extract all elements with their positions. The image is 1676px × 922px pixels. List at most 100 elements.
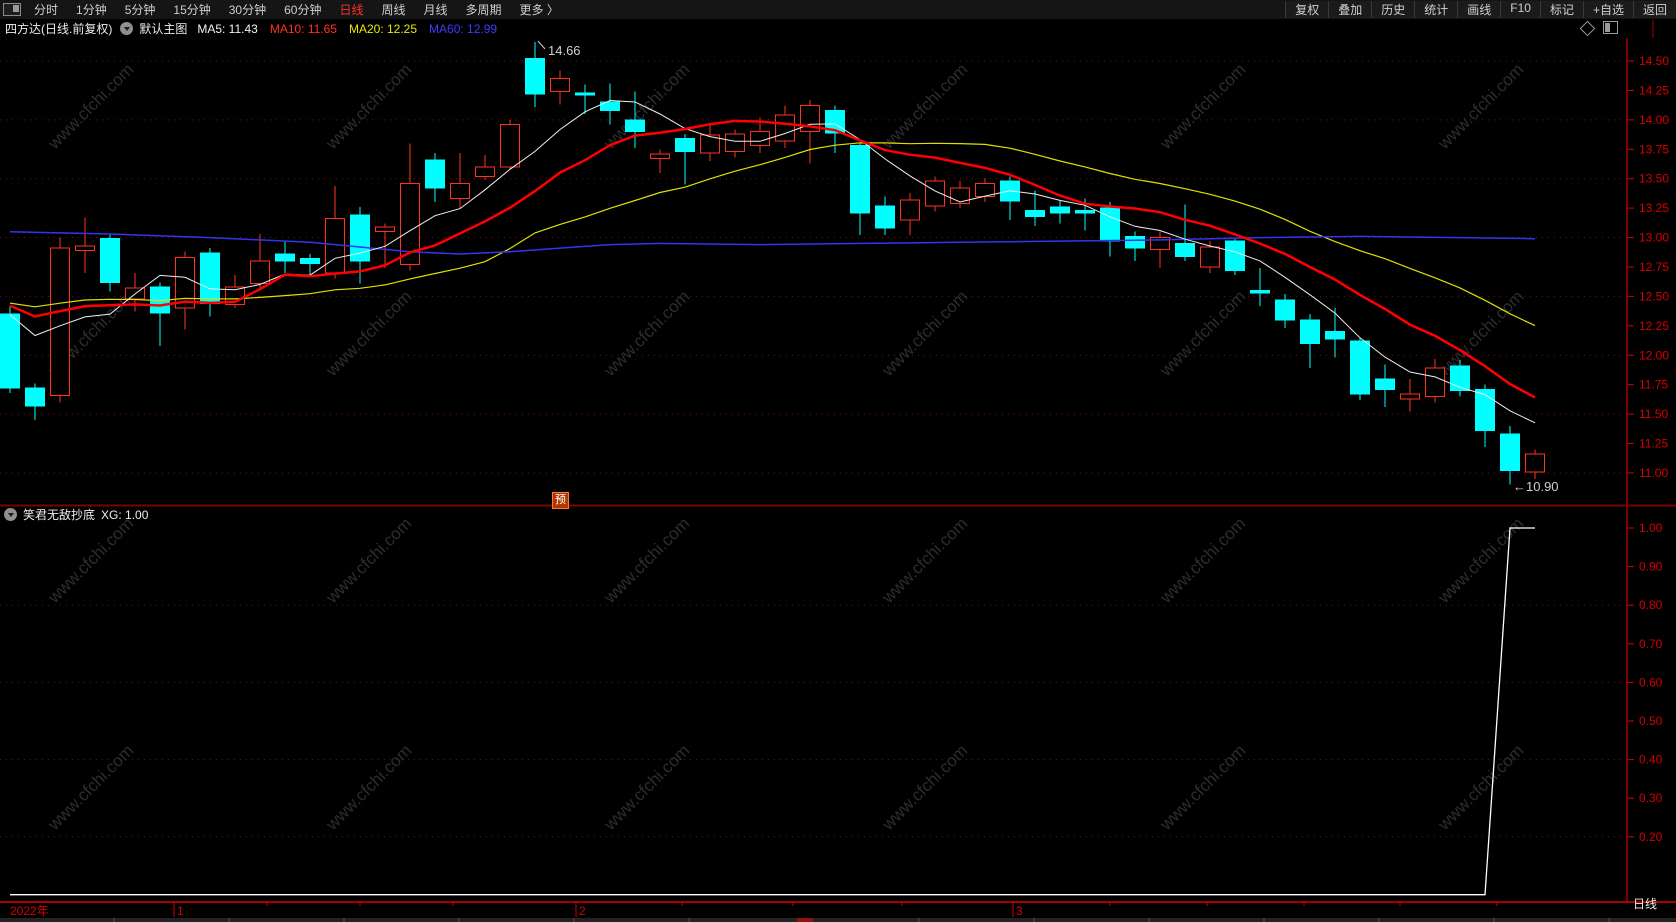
menu-item-5[interactable]: 60分钟 bbox=[275, 3, 330, 17]
svg-text:www.cfchi.com: www.cfchi.com bbox=[1156, 287, 1250, 381]
watermark-layer: www.cfchi.com www.cfchi.com www.cfchi.com w… bbox=[44, 60, 1528, 835]
svg-text:14.50: 14.50 bbox=[1639, 54, 1669, 68]
svg-text:www.cfchi.com: www.cfchi.com bbox=[44, 514, 138, 608]
menu-item-6[interactable]: 日线 bbox=[330, 3, 372, 17]
indicator-value: XG: 1.00 bbox=[101, 507, 149, 522]
svg-text:1.00: 1.00 bbox=[1639, 521, 1663, 535]
menu-item-1[interactable]: 1分钟 bbox=[67, 3, 116, 17]
app-window-icon[interactable] bbox=[3, 3, 21, 16]
menu-item-0[interactable]: 分时 bbox=[25, 3, 67, 17]
taskbar-accent bbox=[797, 918, 813, 922]
split-window-icon[interactable] bbox=[1603, 21, 1618, 34]
axis-layer: 14.50 14.25 14.00 13.75 13.50 13.25 13.00 12.75… bbox=[0, 20, 1676, 903]
svg-text:www.cfchi.com: www.cfchi.com bbox=[1434, 741, 1528, 835]
tool-item-6[interactable]: 标记 bbox=[1539, 1, 1583, 18]
svg-text:www.cfchi.com: www.cfchi.com bbox=[1434, 287, 1528, 381]
svg-text:www.cfchi.com: www.cfchi.com bbox=[1156, 60, 1250, 154]
ma5-line bbox=[9, 99, 1536, 424]
period-label: 日线 bbox=[1633, 897, 1658, 911]
menu-item-4[interactable]: 30分钟 bbox=[220, 3, 275, 17]
indicator-label-row: 笑君无敌抄底 XG: 1.00 bbox=[4, 506, 148, 523]
svg-text:0.50: 0.50 bbox=[1639, 714, 1663, 728]
x-axis-layer: 2022年 1 2 3 bbox=[10, 902, 1498, 918]
low-annotation: ←10.90 bbox=[1513, 479, 1559, 494]
period-menu-bar: 分时 1分钟 5分钟 15分钟 30分钟 60分钟 日线 周线 月线 多周期 更多 〉 复权 叠加 历史… bbox=[0, 0, 1676, 19]
svg-text:www.cfchi.com: www.cfchi.com bbox=[1156, 741, 1250, 835]
taskbar-strip[interactable] bbox=[0, 918, 1676, 922]
candles-group bbox=[0, 42, 1545, 485]
tool-item-5[interactable]: F10 bbox=[1500, 1, 1540, 18]
tool-item-8[interactable]: 返回 bbox=[1632, 1, 1676, 18]
svg-text:11.00: 11.00 bbox=[1639, 466, 1668, 480]
ma20-line bbox=[9, 142, 1536, 327]
svg-text:14.00: 14.00 bbox=[1639, 113, 1669, 127]
svg-text:12.25: 12.25 bbox=[1639, 319, 1669, 333]
menu-item-2[interactable]: 5分钟 bbox=[116, 3, 165, 17]
svg-text:www.cfchi.com: www.cfchi.com bbox=[322, 514, 416, 608]
tool-item-1[interactable]: 叠加 bbox=[1328, 1, 1372, 18]
svg-text:13.75: 13.75 bbox=[1639, 142, 1669, 156]
svg-text:13.25: 13.25 bbox=[1639, 201, 1669, 215]
tool-item-3[interactable]: 统计 bbox=[1414, 1, 1458, 18]
trading-terminal: 分时 1分钟 5分钟 15分钟 30分钟 60分钟 日线 周线 月线 多周期 更多 〉 复权 叠加 历史… bbox=[0, 0, 1676, 922]
tool-item-4[interactable]: 画线 bbox=[1457, 1, 1501, 18]
menu-item-9[interactable]: 多周期 bbox=[457, 3, 511, 17]
tool-menu-items: 复权 叠加 历史 统计 画线 F10 标记 +自选 返回 bbox=[1285, 1, 1676, 18]
ma-legend: MA5: 11.43 MA10: 11.65 MA20: 12.25 MA60: 12… bbox=[197, 22, 509, 36]
svg-text:0.70: 0.70 bbox=[1639, 637, 1663, 651]
svg-text:0.30: 0.30 bbox=[1639, 791, 1663, 805]
svg-text:www.cfchi.com: www.cfchi.com bbox=[322, 60, 416, 154]
signal-badge: 预 bbox=[552, 492, 569, 509]
menu-item-10[interactable]: 更多 〉 bbox=[511, 3, 568, 17]
svg-text:www.cfchi.com: www.cfchi.com bbox=[1434, 60, 1528, 154]
chart-title-bar: 四方达(日线.前复权) 默认主图 MA5: 11.43 MA10: 11.65 MA… bbox=[0, 19, 1676, 38]
period-menu-items: 分时 1分钟 5分钟 15分钟 30分钟 60分钟 日线 周线 月线 多周期 更多 〉 bbox=[25, 1, 568, 18]
menu-item-3[interactable]: 15分钟 bbox=[164, 3, 219, 17]
grid-layer bbox=[0, 60, 1627, 838]
svg-text:www.cfchi.com: www.cfchi.com bbox=[878, 60, 972, 154]
ma60-line bbox=[9, 230, 1536, 255]
indicator-name: 笑君无敌抄底 bbox=[23, 508, 96, 522]
chevron-down-glyph bbox=[7, 513, 14, 517]
ma-legend-3: MA60: 12.99 bbox=[429, 21, 498, 36]
svg-text:12.00: 12.00 bbox=[1639, 348, 1669, 362]
tool-item-2[interactable]: 历史 bbox=[1371, 1, 1415, 18]
svg-text:www.cfchi.com: www.cfchi.com bbox=[322, 287, 416, 381]
svg-text:www.cfchi.com: www.cfchi.com bbox=[44, 741, 138, 835]
svg-text:14.25: 14.25 bbox=[1639, 83, 1669, 97]
svg-text:0.40: 0.40 bbox=[1639, 753, 1663, 767]
ma-lines-group bbox=[9, 99, 1536, 424]
candlestick-chart-canvas[interactable]: www.cfchi.com www.cfchi.com www.cfchi.com w… bbox=[0, 0, 1676, 922]
svg-text:www.cfchi.com: www.cfchi.com bbox=[600, 287, 694, 381]
svg-text:www.cfchi.com: www.cfchi.com bbox=[878, 287, 972, 381]
ma10-line bbox=[9, 119, 1536, 399]
menu-item-8[interactable]: 月线 bbox=[415, 3, 457, 17]
stock-title: 四方达(日线.前复权) bbox=[5, 22, 113, 36]
svg-text:www.cfchi.com: www.cfchi.com bbox=[600, 514, 694, 608]
svg-text:0.80: 0.80 bbox=[1639, 598, 1663, 612]
svg-text:0.60: 0.60 bbox=[1639, 675, 1663, 689]
diamond-icon[interactable] bbox=[1579, 20, 1596, 37]
chevron-down-glyph bbox=[123, 27, 130, 31]
svg-text:www.cfchi.com: www.cfchi.com bbox=[1156, 514, 1250, 608]
svg-text:0.90: 0.90 bbox=[1639, 560, 1663, 574]
menu-item-7[interactable]: 周线 bbox=[372, 3, 414, 17]
svg-text:11.75: 11.75 bbox=[1639, 378, 1668, 392]
svg-text:3: 3 bbox=[1016, 904, 1023, 918]
svg-text:12.50: 12.50 bbox=[1639, 289, 1669, 303]
tool-item-7[interactable]: +自选 bbox=[1582, 1, 1633, 18]
svg-text:13.00: 13.00 bbox=[1639, 231, 1669, 245]
svg-text:www.cfchi.com: www.cfchi.com bbox=[878, 741, 972, 835]
annotations-group: 14.66 ←10.90 bbox=[537, 40, 1559, 494]
svg-text:11.50: 11.50 bbox=[1639, 407, 1668, 421]
svg-text:www.cfchi.com: www.cfchi.com bbox=[44, 60, 138, 154]
svg-text:13.50: 13.50 bbox=[1639, 172, 1669, 186]
tool-item-0[interactable]: 复权 bbox=[1285, 1, 1329, 18]
chevron-down-circle-icon[interactable] bbox=[120, 22, 134, 35]
svg-text:www.cfchi.com: www.cfchi.com bbox=[878, 514, 972, 608]
main-chart-label[interactable]: 默认主图 bbox=[139, 20, 187, 37]
svg-text:11.25: 11.25 bbox=[1639, 437, 1668, 451]
svg-text:2: 2 bbox=[579, 904, 586, 918]
chevron-down-circle-icon[interactable] bbox=[4, 508, 17, 521]
xg-indicator-line bbox=[10, 527, 1535, 896]
